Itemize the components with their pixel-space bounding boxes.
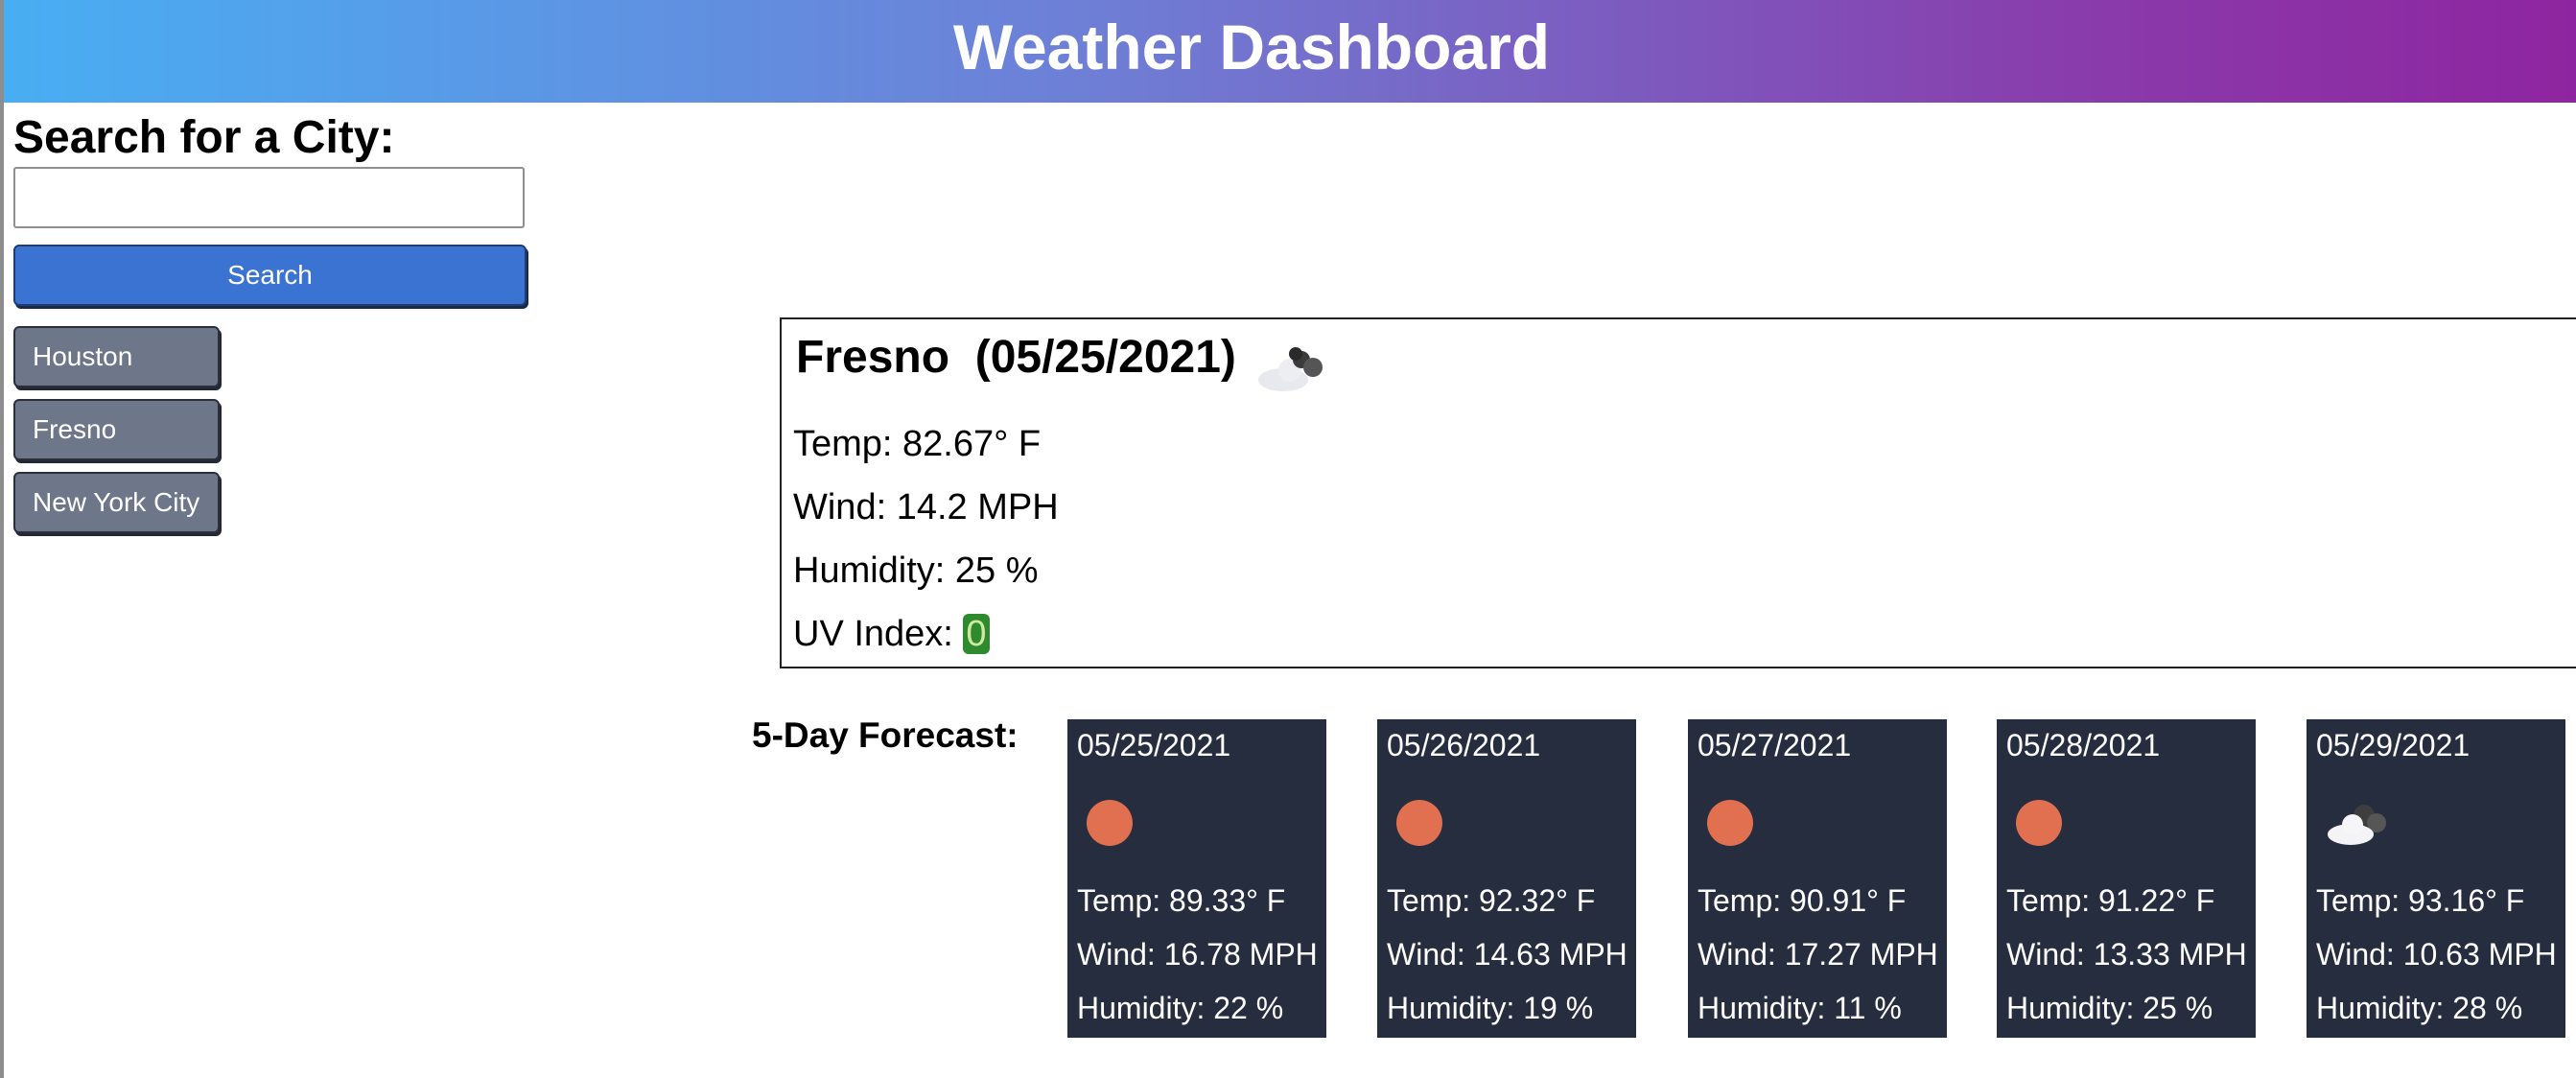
city-search-input[interactable] xyxy=(13,167,525,228)
header-banner: Weather Dashboard xyxy=(4,0,2576,103)
forecast-humidity: Humidity: 28 % xyxy=(2316,991,2523,1025)
forecast-date: 05/28/2021 xyxy=(2006,728,2161,762)
left-border xyxy=(0,0,4,1078)
forecast-wind: Wind: 13.33 MPH xyxy=(2006,937,2247,972)
forecast-date: 05/25/2021 xyxy=(1077,728,1231,762)
forecast-date: 05/27/2021 xyxy=(1698,728,1852,762)
forecast-card: 05/28/2021 Temp: 91.22° F Wind: 13.33 MP… xyxy=(1997,719,2256,1038)
sun-icon xyxy=(1707,800,1753,846)
forecast-temp: Temp: 89.33° F xyxy=(1077,883,1286,918)
forecast-heading: 5-Day Forecast: xyxy=(752,715,1019,755)
current-wind: Wind: 14.2 MPH xyxy=(793,487,1059,527)
sun-icon xyxy=(1396,800,1442,846)
forecast-temp: Temp: 93.16° F xyxy=(2316,883,2525,918)
forecast-temp: Temp: 90.91° F xyxy=(1698,883,1907,918)
forecast-card: 05/29/2021 Temp: 93.16° F Wind: 10.63 MP… xyxy=(2307,719,2565,1038)
current-date: (05/25/2021) xyxy=(974,332,1236,383)
forecast-card: 05/25/2021 Temp: 89.33° F Wind: 16.78 MP… xyxy=(1067,719,1326,1038)
search-heading: Search for a City: xyxy=(13,112,395,163)
uv-label: UV Index: xyxy=(793,614,964,654)
forecast-humidity: Humidity: 19 % xyxy=(1387,991,1594,1025)
forecast-wind: Wind: 16.78 MPH xyxy=(1077,937,1318,972)
forecast-date: 05/26/2021 xyxy=(1387,728,1541,762)
forecast-temp: Temp: 92.32° F xyxy=(1387,883,1596,918)
sun-icon xyxy=(2016,800,2062,846)
forecast-humidity: Humidity: 11 % xyxy=(1698,991,1902,1025)
forecast-card: 05/27/2021 Temp: 90.91° F Wind: 17.27 MP… xyxy=(1688,719,1947,1038)
forecast-wind: Wind: 14.63 MPH xyxy=(1387,937,1628,972)
history-button-new-york-city[interactable]: New York City xyxy=(13,472,220,533)
broken-clouds-icon xyxy=(2328,805,2386,845)
history-button-fresno[interactable]: Fresno xyxy=(13,399,220,460)
uv-index-badge: 0 xyxy=(963,614,990,654)
sun-icon xyxy=(1087,800,1133,846)
page-title: Weather Dashboard xyxy=(952,12,1551,82)
history-button-houston[interactable]: Houston xyxy=(13,326,220,387)
forecast-wind: Wind: 17.27 MPH xyxy=(1698,937,1938,972)
current-weather-card: Fresno (05/25/2021) Temp: 82.67° F Wind:… xyxy=(780,317,2576,668)
broken-clouds-icon xyxy=(1258,347,1323,391)
forecast-card: 05/26/2021 Temp: 92.32° F Wind: 14.63 MP… xyxy=(1377,719,1636,1038)
forecast-wind: Wind: 10.63 MPH xyxy=(2316,937,2557,972)
forecast-humidity: Humidity: 25 % xyxy=(2006,991,2213,1025)
current-city-title: Fresno (05/25/2021) xyxy=(796,329,1236,387)
current-uv: UV Index: 0 xyxy=(793,611,990,657)
current-humidity: Humidity: 25 % xyxy=(793,551,1039,591)
current-temp: Temp: 82.67° F xyxy=(793,424,1042,464)
forecast-humidity: Humidity: 22 % xyxy=(1077,991,1284,1025)
forecast-date: 05/29/2021 xyxy=(2316,728,2471,762)
search-button[interactable]: Search xyxy=(13,245,527,306)
forecast-temp: Temp: 91.22° F xyxy=(2006,883,2215,918)
current-city-name: Fresno xyxy=(796,332,950,383)
